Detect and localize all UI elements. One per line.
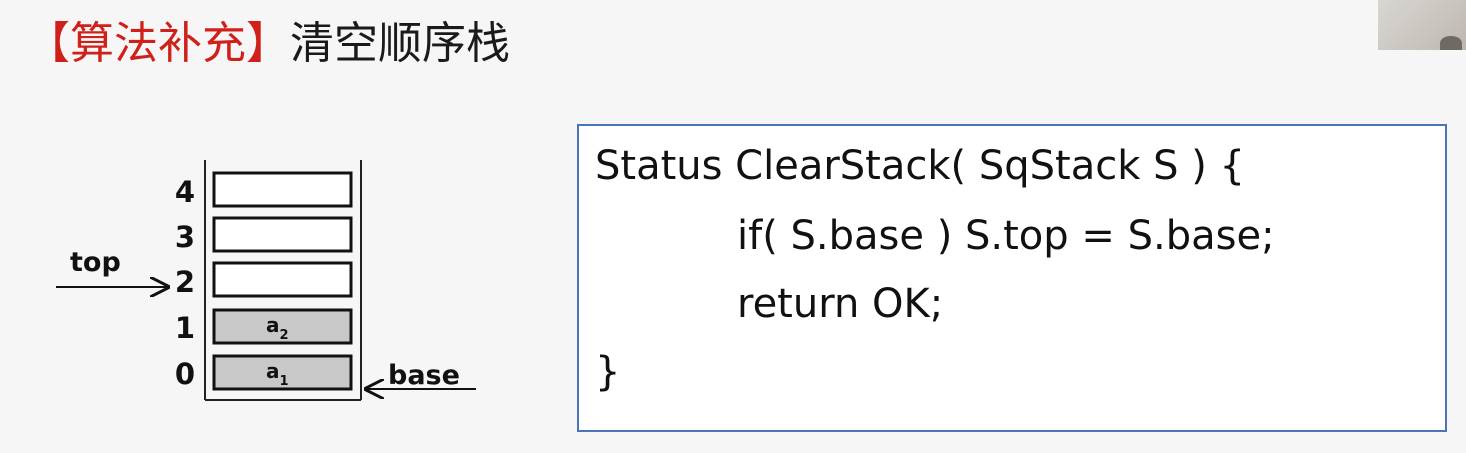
code-line-return: return OK; (737, 281, 944, 327)
stack-cell-4 (212, 171, 353, 208)
top-label: top (70, 247, 121, 278)
stack-index-3: 3 (175, 220, 195, 254)
stack-diagram: 4 3 2 1 a2 0 a1 top base (56, 160, 476, 401)
webcam-thumbnail (1378, 0, 1466, 50)
stack-index-2: 2 (175, 265, 195, 299)
base-label: base (388, 360, 460, 391)
code-line-if-statement: if( S.base ) S.top = S.base; (737, 213, 1275, 259)
stack-index-1: 1 (175, 311, 195, 345)
code-box: Status ClearStack( SqStack S ) { if( S.b… (577, 124, 1447, 432)
stack-cell-3 (212, 216, 353, 253)
stack-index-0: 0 (175, 357, 195, 391)
code-line-signature: Status ClearStack( SqStack S ) { (595, 143, 1245, 189)
code-line-closing-brace: } (595, 349, 621, 395)
stack-index-4: 4 (175, 175, 195, 209)
stack-cell-2 (212, 261, 353, 298)
webcam-person-shape (1440, 36, 1462, 50)
